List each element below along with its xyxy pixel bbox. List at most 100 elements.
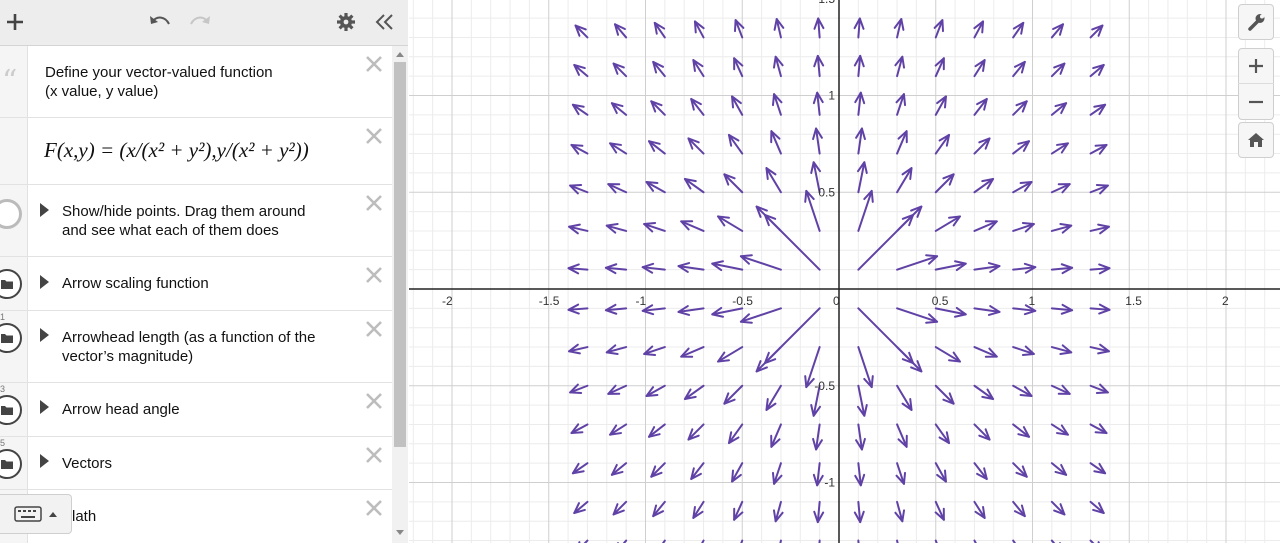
delete-expression-icon[interactable]: [362, 263, 386, 287]
vector-arrow: [896, 205, 923, 232]
y-tick-label: -1: [824, 476, 835, 490]
vector-arrow: [1012, 60, 1026, 78]
add-expression-button[interactable]: [0, 7, 30, 37]
graph-settings-button[interactable]: [1238, 4, 1274, 40]
vector-arrow: [650, 100, 666, 116]
vector-arrow: [763, 307, 821, 365]
settings-button[interactable]: [331, 7, 361, 37]
vector-arrow: [1050, 263, 1074, 275]
vector-arrow: [693, 20, 705, 39]
delete-expression-icon[interactable]: [362, 52, 386, 76]
delete-expression-icon[interactable]: [362, 443, 386, 467]
vector-arrow: [731, 95, 744, 116]
keyboard-icon: [13, 506, 42, 522]
folder-expand-icon[interactable]: [40, 328, 49, 342]
redo-button[interactable]: [185, 7, 215, 37]
vector-arrow: [723, 173, 744, 194]
x-tick-label: 1.5: [1125, 294, 1142, 308]
vector-arrow: [692, 500, 705, 519]
vector-arrow: [739, 254, 782, 271]
gear-icon: [337, 13, 355, 31]
expression-panel: “ Define your vector-valued function (x …: [0, 0, 408, 543]
folder-row-show-hide-points[interactable]: Show/hide points. Drag them around and s…: [0, 185, 392, 257]
expression-row-note[interactable]: “ Define your vector-valued function (x …: [0, 46, 392, 118]
vector-arrow: [573, 500, 589, 515]
expression-toolbar: [0, 0, 408, 46]
vector-arrow: [612, 500, 628, 516]
vector-arrow: [610, 102, 628, 116]
folder-expand-icon[interactable]: [40, 454, 49, 468]
keyboard-toggle-button[interactable]: [0, 494, 72, 534]
vector-arrow: [934, 346, 961, 363]
folder-expand-icon[interactable]: [40, 400, 49, 414]
vector-arrow: [1089, 343, 1110, 355]
vector-arrow: [650, 462, 666, 478]
vector-arrow: [934, 306, 967, 318]
delete-expression-icon[interactable]: [362, 317, 386, 341]
vector-arrow: [683, 177, 705, 194]
plus-icon: [1249, 59, 1263, 73]
vector-arrow: [934, 423, 951, 445]
vector-arrow: [856, 384, 868, 417]
vector-arrow: [717, 215, 744, 232]
vector-arrow: [1089, 462, 1107, 475]
scroll-up-arrow-icon[interactable]: [396, 52, 404, 57]
row-number: 1: [0, 312, 6, 322]
vector-arrow: [1050, 62, 1066, 78]
vector-arrow: [607, 183, 628, 194]
y-tick-label: 0.5: [818, 185, 835, 199]
double-chevron-left-icon: [375, 14, 393, 30]
default-viewport-button[interactable]: [1238, 122, 1274, 158]
folder-row-arrowhead-length[interactable]: 1 Arrowhead length (as a function of the…: [0, 311, 392, 383]
vector-arrow: [1089, 500, 1105, 515]
graph-canvas[interactable]: -2 -1.5 -1 -0.5 0 0.5 1 1.5 2 1.5 1 0.5 -0.5 -1: [409, 0, 1280, 543]
vector-arrow: [771, 462, 783, 485]
vector-arrow: [893, 18, 905, 39]
vector-arrow: [1050, 462, 1068, 476]
plus-icon: [7, 14, 23, 30]
folder-expand-icon[interactable]: [40, 203, 49, 217]
scroll-down-arrow-icon[interactable]: [396, 530, 404, 535]
vector-arrow: [568, 223, 589, 235]
vector-arrow: [1089, 103, 1107, 116]
expression-row-function[interactable]: F(x,y) = (x/(x² + y²),y/(x² + y²)): [0, 118, 392, 185]
function-formula[interactable]: F(x,y) = (x/(x² + y²),y/(x² + y²)): [44, 138, 342, 163]
vector-arrow: [896, 384, 913, 411]
vector-arrow: [1089, 143, 1108, 155]
vector-arrow: [570, 143, 589, 155]
delete-expression-icon[interactable]: [362, 124, 386, 148]
zoom-out-button[interactable]: [1238, 84, 1274, 119]
vector-arrow: [895, 462, 907, 485]
vector-arrow: [763, 213, 821, 271]
folder-expand-icon[interactable]: [40, 275, 49, 289]
vector-arrow: [896, 346, 923, 373]
folder-row-arrow-head-angle[interactable]: 3 Arrow head angle: [0, 383, 392, 437]
graph-plot[interactable]: -2 -1.5 -1 -0.5 0 0.5 1 1.5 2 1.5 1 0.5 -0.5 -1: [409, 0, 1280, 543]
folder-row-arrow-scaling[interactable]: Arrow scaling function: [0, 257, 392, 311]
vector-arrow: [855, 127, 866, 155]
delete-expression-icon[interactable]: [362, 496, 386, 520]
vector-arrow: [856, 161, 868, 194]
undo-button[interactable]: [145, 7, 175, 37]
scrollbar-thumb[interactable]: [394, 62, 406, 447]
vector-arrow: [604, 303, 628, 315]
vector-arrow: [643, 221, 666, 233]
zoom-in-button[interactable]: [1238, 49, 1274, 85]
delete-expression-icon[interactable]: [362, 191, 386, 215]
vector-arrow: [896, 254, 939, 271]
vector-arrow: [731, 462, 744, 483]
delete-expression-icon[interactable]: [362, 389, 386, 413]
redo-icon: [190, 16, 210, 25]
vector-arrow: [854, 462, 866, 487]
vector-arrow: [765, 167, 782, 194]
row-number: 3: [0, 384, 6, 394]
folder-row-vectors[interactable]: 5 Vectors: [0, 437, 392, 490]
vector-arrow: [739, 307, 782, 324]
vector-arrow: [1050, 500, 1066, 516]
collapse-panel-button[interactable]: [369, 7, 399, 37]
vector-arrow: [1012, 100, 1028, 116]
vector-arrow: [813, 54, 825, 78]
vector-arrow: [1012, 21, 1025, 39]
vector-arrow: [812, 91, 824, 116]
home-icon: [1248, 133, 1264, 147]
